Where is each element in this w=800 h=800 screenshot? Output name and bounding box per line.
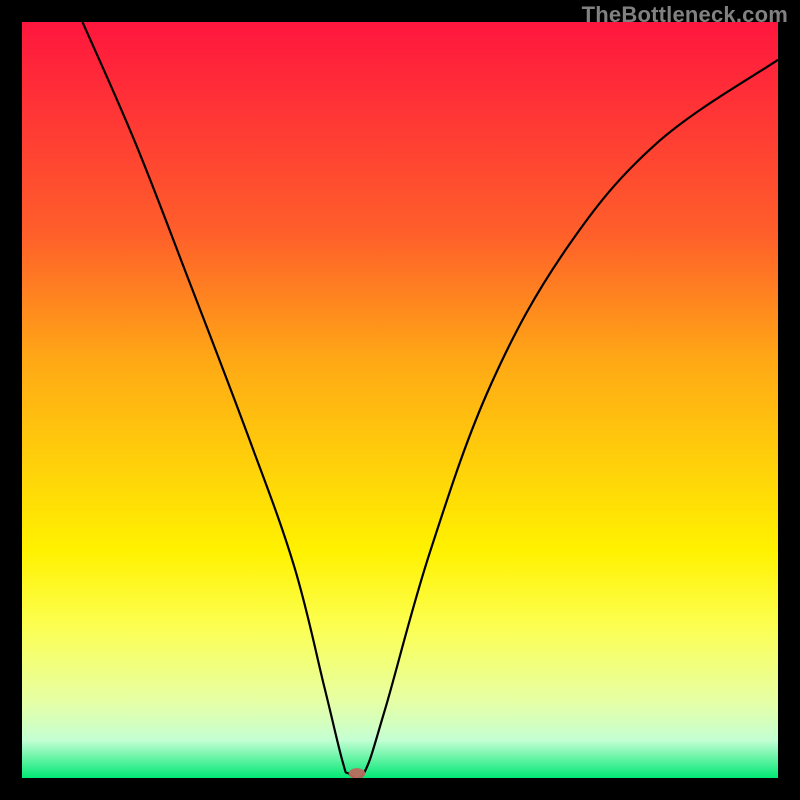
bottleneck-curve [82,22,778,778]
plot-svg [22,22,778,778]
plot-area [22,22,778,778]
minimum-marker [349,768,366,778]
chart-container: TheBottleneck.com [0,0,800,800]
